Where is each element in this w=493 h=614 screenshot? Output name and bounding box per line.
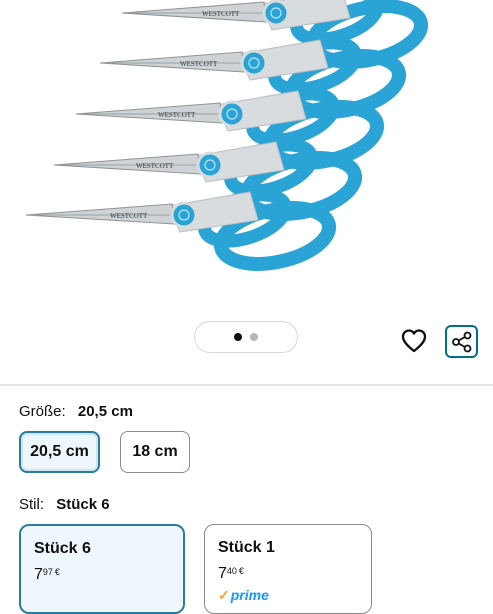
size-option-18-cm[interactable]: 18 cm <box>120 431 190 473</box>
brand-imprint: WESTCOTT <box>180 60 218 68</box>
style-option-price: 740 € <box>218 565 358 583</box>
style-label: Stil: <box>19 496 45 513</box>
style-selected-value: Stück 6 <box>56 496 110 513</box>
size-label: Größe: <box>19 403 66 420</box>
product-image[interactable]: WESTCOTT WESTCOTT WESTCOTT WESTCOTT WESTCOTT <box>0 0 493 315</box>
section-divider <box>0 384 493 386</box>
price-whole: 7 <box>34 566 43 583</box>
carousel-dot-1[interactable] <box>234 333 242 341</box>
style-label-row: Stil: Stück 6 <box>19 496 110 513</box>
price-whole: 7 <box>218 565 227 582</box>
style-option-stueck-1[interactable]: Stück 1 740 € ✓prime <box>204 524 372 614</box>
size-option-20-5-cm[interactable]: 20,5 cm <box>19 431 100 473</box>
brand-imprint: WESTCOTT <box>110 212 148 220</box>
size-selected-value: 20,5 cm <box>77 403 133 420</box>
price-currency: € <box>238 566 244 576</box>
scissors-product-photo: WESTCOTT WESTCOTT WESTCOTT WESTCOTT WESTCOTT <box>25 0 429 271</box>
style-option-title: Stück 1 <box>218 539 275 556</box>
heart-icon <box>401 329 427 353</box>
size-label-row: Größe: 20,5 cm <box>19 403 133 420</box>
price-fraction: 40 <box>226 566 237 576</box>
brand-imprint: WESTCOTT <box>136 162 174 170</box>
carousel-dot-2[interactable] <box>250 333 258 341</box>
prime-check-icon: ✓ <box>218 587 230 603</box>
brand-imprint: WESTCOTT <box>202 10 240 18</box>
price-currency: € <box>54 567 60 577</box>
wishlist-button[interactable] <box>400 327 428 355</box>
size-option-label: 18 cm <box>132 443 178 460</box>
brand-imprint: WESTCOTT <box>158 111 196 119</box>
style-option-stueck-6[interactable]: Stück 6 797 € <box>19 524 185 614</box>
style-option-price: 797 € <box>34 566 170 584</box>
price-fraction: 97 <box>42 567 53 577</box>
scissors-item: WESTCOTT <box>25 188 337 271</box>
style-option-title: Stück 6 <box>34 540 91 557</box>
prime-label: prime <box>230 587 269 603</box>
image-carousel-indicator[interactable] <box>194 321 298 353</box>
share-button[interactable] <box>445 325 478 358</box>
prime-badge: ✓prime <box>218 587 358 604</box>
share-icon <box>451 331 471 352</box>
size-option-label: 20,5 cm <box>30 443 89 460</box>
